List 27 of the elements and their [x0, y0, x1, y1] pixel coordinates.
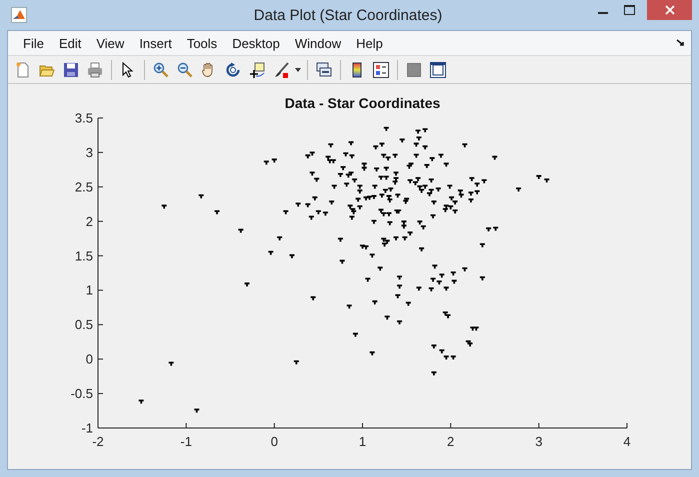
tick-label: -2	[92, 434, 104, 449]
menu-item[interactable]: Tools	[180, 36, 224, 50]
tick-label: 0	[270, 434, 278, 449]
tick-label: 1	[358, 434, 366, 449]
tick-label: 0	[86, 352, 93, 367]
tick-label: 4	[623, 434, 631, 449]
tick-label: 0.5	[74, 317, 93, 332]
menu-item[interactable]: Window	[288, 36, 348, 50]
menu-item[interactable]: Edit	[52, 36, 88, 50]
tick-label: 2	[447, 434, 454, 449]
tick-label: 3	[86, 144, 93, 160]
window-title: Data Plot (Star Coordinates)	[252, 6, 444, 24]
tick-label: 3.5	[74, 110, 93, 126]
menu-item[interactable]: Help	[349, 36, 390, 50]
menu-item[interactable]: Insert	[132, 36, 179, 50]
tick-label: 2	[86, 214, 93, 229]
tick-label: 1.5	[74, 248, 93, 264]
tick-label: 3	[535, 434, 542, 449]
menu-item[interactable]: File	[16, 36, 51, 50]
tick-label: -1	[81, 420, 93, 436]
tick-label: -1	[180, 434, 192, 449]
chart-title: Data - Star Coordinates	[284, 95, 440, 111]
menu-item[interactable]: Desktop	[225, 36, 287, 50]
tick-label: 2.5	[74, 179, 93, 194]
tick-label: -0.5	[70, 386, 93, 402]
tick-label: 1	[86, 282, 93, 298]
menu-item[interactable]: View	[89, 36, 132, 50]
